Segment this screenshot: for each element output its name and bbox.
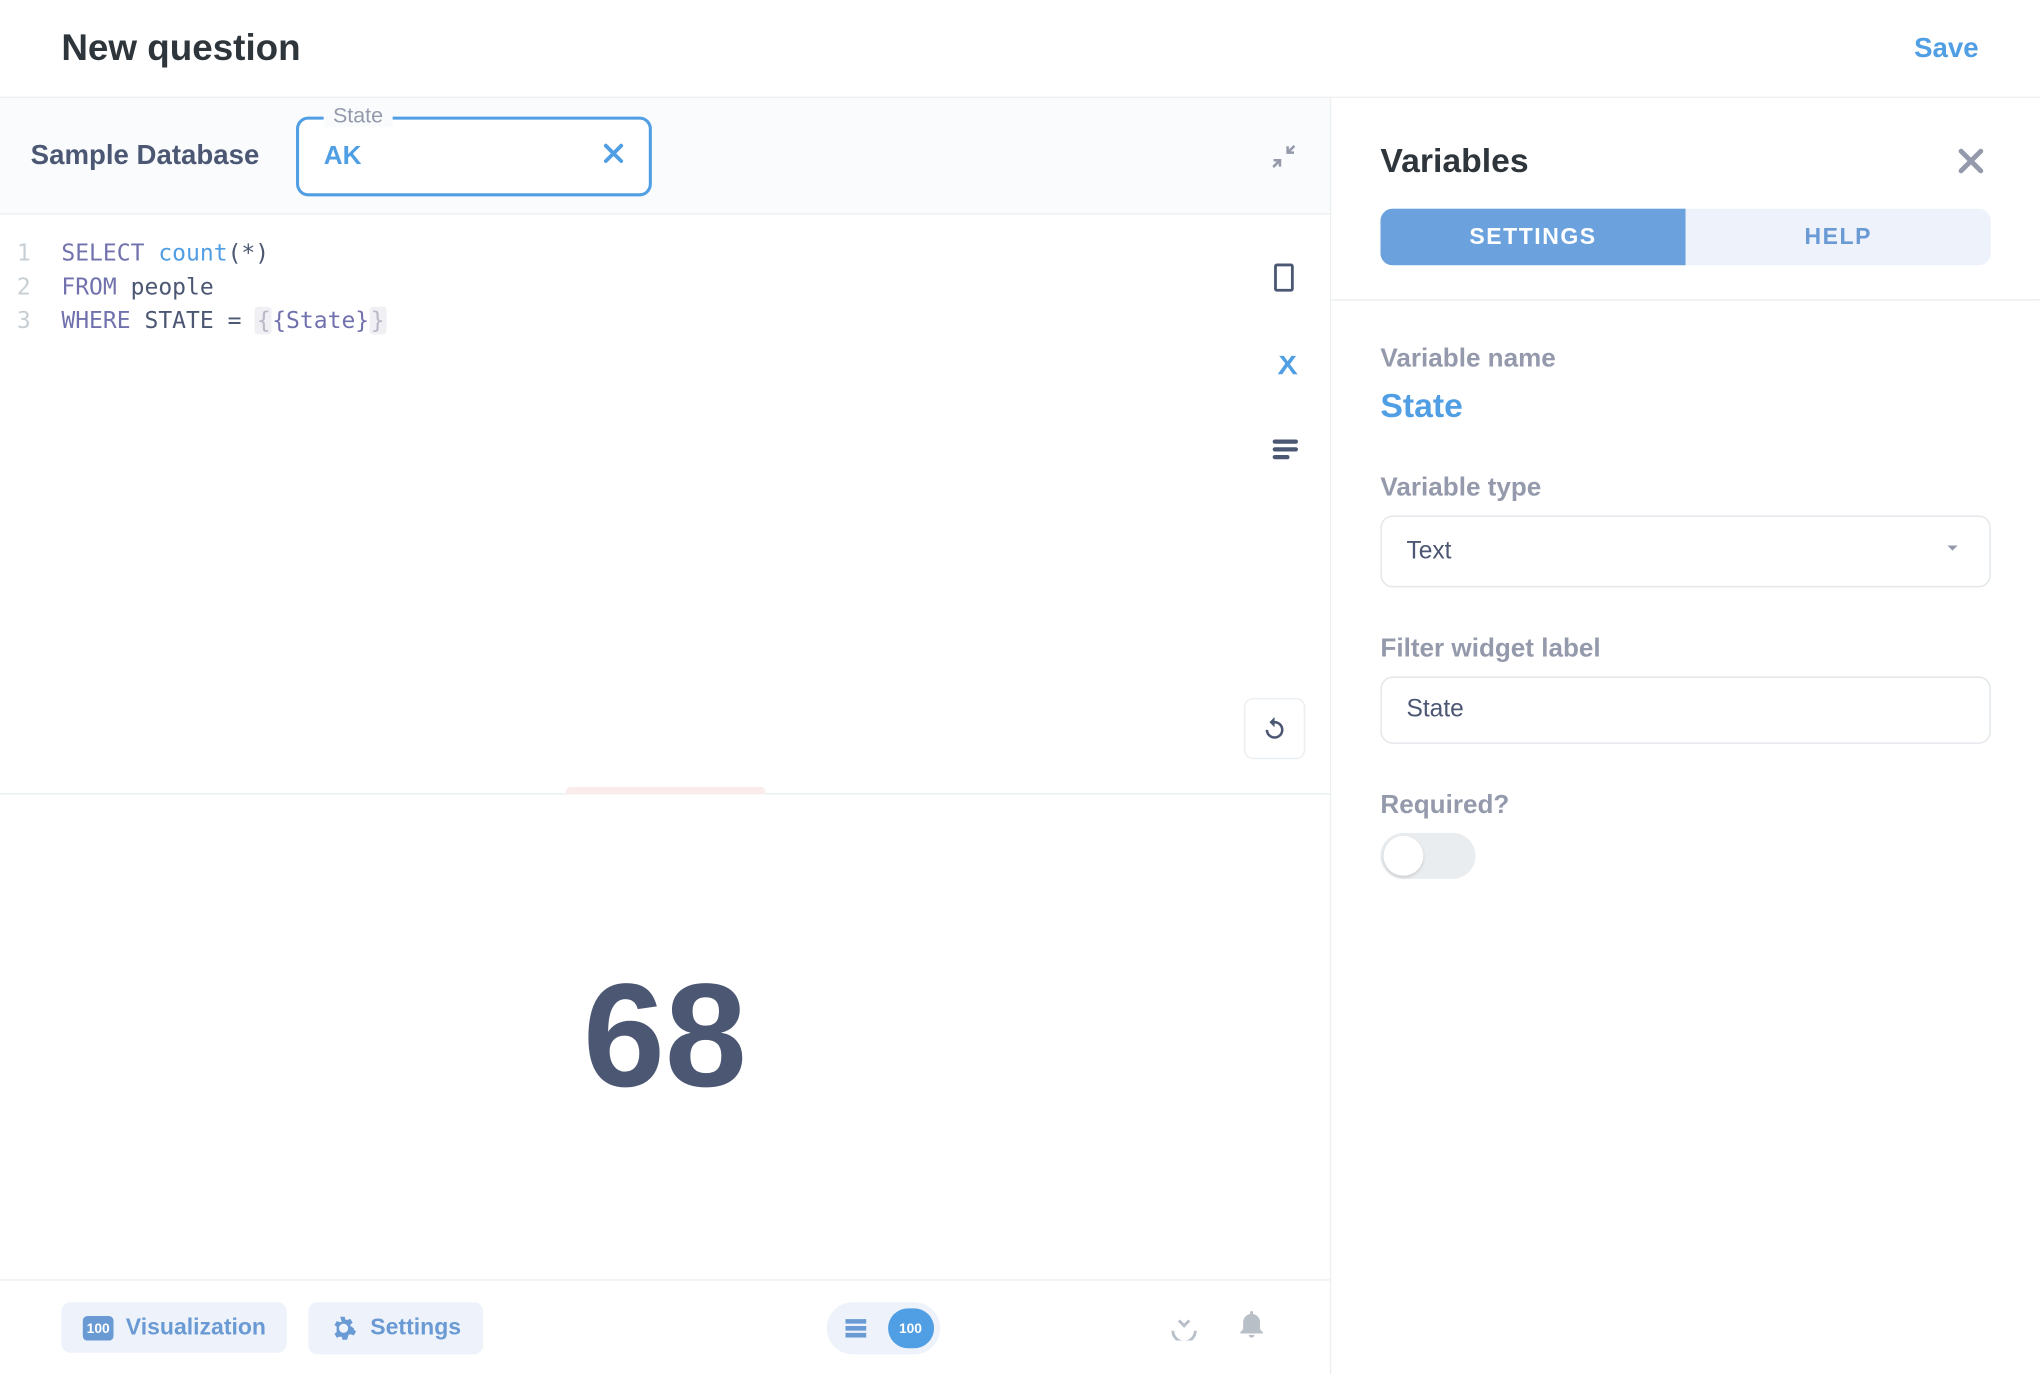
filter-widget-label-input[interactable] xyxy=(1380,676,1990,743)
view-mode-toggle[interactable]: 100 xyxy=(826,1301,940,1353)
result-scalar: 68 xyxy=(583,952,747,1121)
filter-chip-value: AK xyxy=(324,140,603,171)
page-title: New question xyxy=(61,27,300,70)
database-selector[interactable]: Sample Database xyxy=(31,140,260,172)
header: New question Save xyxy=(0,0,2040,98)
variables-panel: Variables SETTINGS HELP Variable name St… xyxy=(1331,98,2040,1374)
variable-type-label: Variable type xyxy=(1380,472,1990,503)
filter-chip-state[interactable]: State AK xyxy=(296,116,652,196)
variable-name-label: Variable name xyxy=(1380,344,1990,375)
chart-icon: 100 xyxy=(83,1315,114,1340)
scalar-view-button[interactable]: 100 xyxy=(887,1308,933,1348)
editor-gutter: 1 2 3 xyxy=(0,215,61,793)
panel-title: Variables xyxy=(1380,141,1528,181)
run-query-button[interactable] xyxy=(1244,698,1305,759)
variables-icon[interactable] xyxy=(1268,347,1302,381)
required-label: Required? xyxy=(1380,790,1990,821)
contract-icon[interactable] xyxy=(1268,140,1299,171)
snippets-icon[interactable] xyxy=(1268,433,1302,467)
visualization-button[interactable]: 100 Visualization xyxy=(61,1302,287,1353)
variable-type-select[interactable]: Text xyxy=(1380,515,1990,587)
gear-icon xyxy=(330,1314,358,1342)
filter-widget-label-label: Filter widget label xyxy=(1380,633,1990,664)
download-icon[interactable] xyxy=(1167,1307,1201,1348)
tab-settings[interactable]: SETTINGS xyxy=(1380,209,1685,266)
editor-resize-handle[interactable] xyxy=(565,787,764,795)
data-reference-icon[interactable] xyxy=(1268,261,1302,295)
tab-help[interactable]: HELP xyxy=(1686,209,1991,266)
editor-code[interactable]: SELECT count(*) FROM people WHERE STATE … xyxy=(61,215,386,793)
save-button[interactable]: Save xyxy=(1914,32,1978,64)
result-area: 68 xyxy=(0,795,1330,1280)
filter-chip-label: State xyxy=(324,102,393,127)
sql-editor[interactable]: 1 2 3 SELECT count(*) FROM people WHERE … xyxy=(0,215,1330,795)
required-toggle[interactable] xyxy=(1380,833,1475,879)
query-bar: Sample Database State AK xyxy=(0,98,1330,215)
chevron-down-icon xyxy=(1940,535,1965,567)
close-icon[interactable] xyxy=(1957,144,1991,178)
clear-filter-icon[interactable] xyxy=(603,140,624,172)
table-view-button[interactable] xyxy=(832,1308,878,1348)
variable-name-value: State xyxy=(1380,387,1990,427)
bell-icon[interactable] xyxy=(1235,1307,1269,1348)
settings-button[interactable]: Settings xyxy=(309,1301,483,1353)
footer: 100 Visualization Settings 100 xyxy=(0,1279,1330,1374)
